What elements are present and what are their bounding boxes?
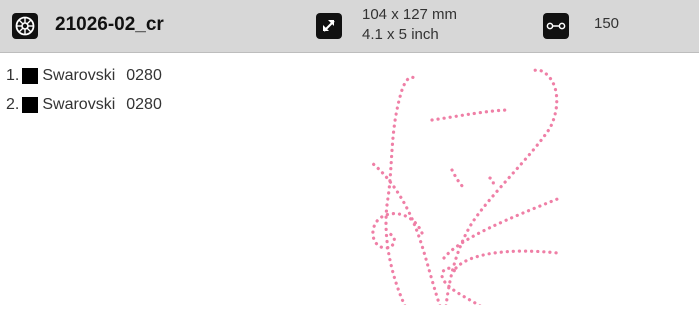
- stone-list: 1. Swarovski 0280 2. Swarovski 0280: [6, 66, 162, 124]
- crystal-design-icon: [12, 13, 38, 39]
- color-swatch: [22, 97, 39, 113]
- rhinestone-curve: [430, 108, 512, 122]
- rhinestone-curve: [371, 212, 424, 250]
- item-index: 1.: [6, 67, 20, 84]
- rhinestone-pattern: [370, 68, 562, 308]
- stone-count: 150: [594, 15, 620, 32]
- item-code: 0280: [126, 96, 162, 113]
- rhinestone-curve: [444, 68, 559, 308]
- item-name: Swarovski: [42, 67, 116, 84]
- color-swatch: [22, 68, 39, 84]
- rhinestone-curve: [450, 168, 466, 190]
- item-code: 0280: [126, 67, 162, 84]
- rhinestone-curve: [384, 75, 418, 308]
- rhinestone-curve: [442, 196, 562, 260]
- rhinestone-curve: [488, 176, 495, 188]
- rhinestone-curve: [454, 249, 560, 270]
- size-inch: 4.1 x 5 inch: [362, 26, 439, 43]
- design-title: 21026-02_cr: [55, 14, 164, 35]
- resize-arrow-icon: [316, 13, 342, 39]
- rhinestone-curve: [370, 161, 442, 308]
- design-preview: [360, 58, 570, 308]
- size-mm: 104 x 127 mm: [362, 6, 458, 23]
- list-item: 2. Swarovski 0280: [6, 95, 162, 115]
- design-header: 21026-02_cr 104 x 127 mm 4.1 x 5 inch 15…: [0, 0, 699, 53]
- item-name: Swarovski: [42, 96, 116, 113]
- stone-count-icon: [543, 13, 569, 39]
- list-item: 1. Swarovski 0280: [6, 66, 162, 86]
- design-dimensions: 104 x 127 mm 4.1 x 5 inch: [362, 5, 457, 45]
- item-index: 2.: [6, 96, 20, 113]
